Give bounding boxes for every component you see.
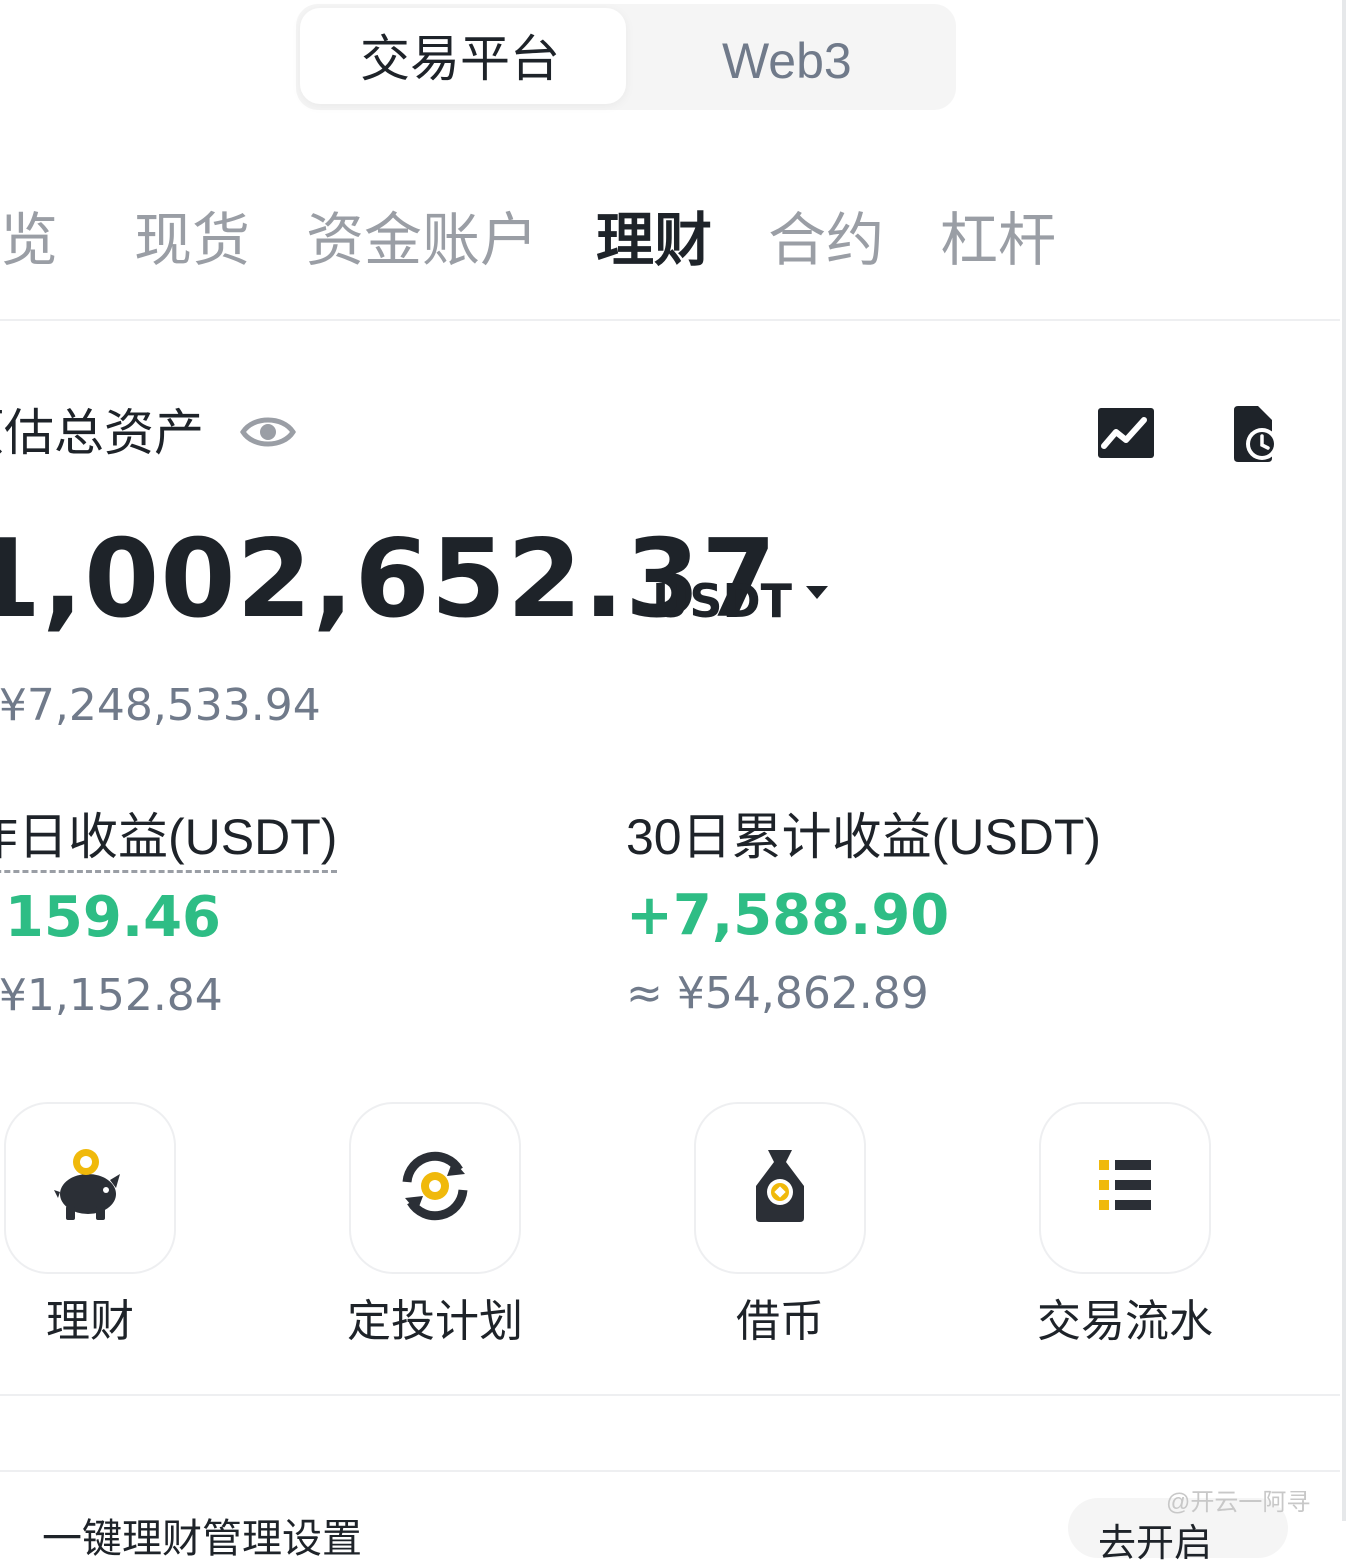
piggy-bank-icon xyxy=(50,1146,130,1231)
currency-unit[interactable]: USDT xyxy=(652,578,792,624)
thirty-day-earnings-value: +7,588.90 xyxy=(626,883,950,948)
analytics-chart-icon[interactable] xyxy=(1098,408,1154,463)
total-assets-cny: ≈¥7,248,533.94 xyxy=(0,680,321,731)
tab-spot[interactable]: 现货 xyxy=(134,212,250,270)
tab-funding[interactable]: 资金账户 xyxy=(306,212,538,270)
loan-bag-icon xyxy=(740,1146,820,1231)
tab-margin[interactable]: 杠杆 xyxy=(940,212,1056,270)
total-assets-title: 预估总资产 xyxy=(0,405,204,461)
yesterday-earnings-cny: ≈¥1,152.84 xyxy=(0,970,223,1021)
quick-action-loan[interactable] xyxy=(694,1102,866,1274)
tab-earn[interactable]: 理财 xyxy=(596,212,712,270)
tabs-divider xyxy=(0,319,1340,321)
bottom-card-top-border xyxy=(0,1470,1340,1472)
watermark: @开云一阿寻 xyxy=(1166,1489,1311,1516)
history-document-icon[interactable] xyxy=(1232,406,1282,467)
switch-option-exchange[interactable]: 交易平台 xyxy=(360,34,560,84)
right-edge-border xyxy=(1342,0,1346,1521)
quick-action-earn-label: 理财 xyxy=(46,1297,134,1346)
auto-earn-settings-text: 一键理财管理设置 xyxy=(42,1517,362,1561)
quick-action-recurring-plan-label: 定投计划 xyxy=(347,1297,523,1346)
quick-action-transactions-label: 交易流水 xyxy=(1037,1297,1213,1346)
enable-button-label[interactable]: 去开启 xyxy=(1098,1512,1212,1567)
eye-icon[interactable] xyxy=(240,410,296,459)
yesterday-earnings-value: +159.46 xyxy=(0,885,222,950)
switch-option-web3[interactable]: Web3 xyxy=(722,36,852,86)
section-divider xyxy=(0,1394,1340,1396)
yesterday-earnings-label[interactable]: 昨日收益(USDT) xyxy=(0,812,338,873)
tab-overview[interactable]: 总览 xyxy=(0,212,58,270)
thirty-day-earnings-label: 30日累计收益(USDT) xyxy=(626,809,1102,865)
tab-futures[interactable]: 合约 xyxy=(768,212,884,270)
thirty-day-earnings-cny: ≈ ¥54,862.89 xyxy=(626,968,929,1019)
quick-action-recurring-plan[interactable] xyxy=(349,1102,521,1274)
quick-action-loan-label: 借币 xyxy=(736,1297,824,1346)
quick-action-transactions[interactable] xyxy=(1039,1102,1211,1274)
transaction-list-icon xyxy=(1085,1146,1165,1231)
quick-action-earn[interactable] xyxy=(4,1102,176,1274)
recurring-plan-icon xyxy=(395,1146,475,1231)
caret-down-icon[interactable] xyxy=(804,584,830,607)
